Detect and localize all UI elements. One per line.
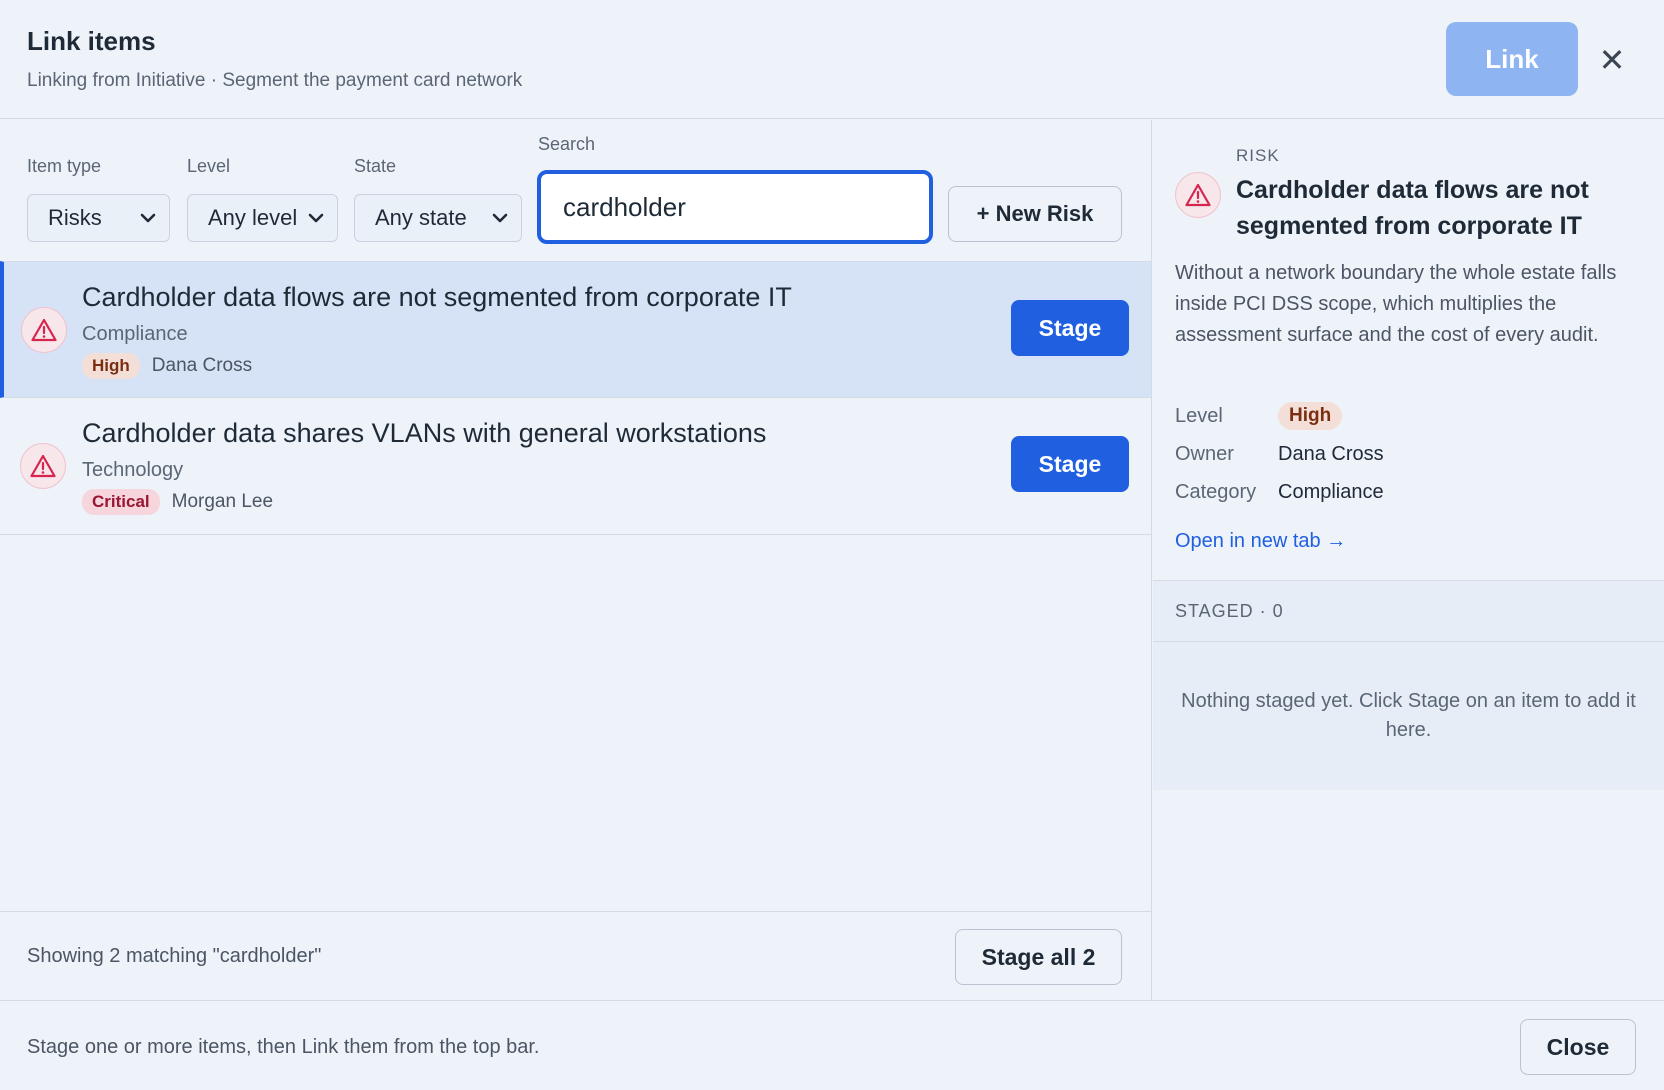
item-meta: High Dana Cross <box>82 353 252 379</box>
open-in-new-tab-link[interactable]: Open in new tab → <box>1175 530 1346 553</box>
dialog-subtitle: Linking from Initiative · Segment the pa… <box>27 70 523 91</box>
staged-empty-message: Nothing staged yet. Click Stage on an it… <box>1153 642 1664 790</box>
search-input[interactable] <box>537 170 933 244</box>
category-label: Category <box>1175 481 1257 503</box>
dialog-header: Link items Linking from Initiative · Seg… <box>0 0 1664 119</box>
level-value: Any level <box>208 205 298 230</box>
stage-button[interactable]: Stage <box>1011 436 1129 492</box>
item-meta: Critical Morgan Lee <box>82 489 273 515</box>
owner-label: Owner <box>1175 443 1234 465</box>
item-category: Technology <box>82 459 184 481</box>
item-type-value: Risks <box>48 205 102 230</box>
close-icon[interactable]: ✕ <box>1594 40 1630 80</box>
item-type-select[interactable]: Risks <box>27 194 170 242</box>
results-footer: Showing 2 matching "cardholder" Stage al… <box>0 911 1151 1000</box>
level-label: Level <box>1175 405 1223 427</box>
item-owner: Dana Cross <box>151 355 253 376</box>
detail-description: Without a network boundary the whole est… <box>1175 262 1617 346</box>
item-category: Compliance <box>82 323 188 345</box>
search-panel: Item type Risks Level Any level State An… <box>0 120 1152 1000</box>
detail-panel: RISK Cardholder data flows are not segme… <box>1153 120 1664 1000</box>
results-list: Cardholder data flows are not segmented … <box>0 261 1151 535</box>
staged-header: STAGED · 0 <box>1153 580 1664 642</box>
chevron-down-icon <box>308 213 324 223</box>
detail-title: Cardholder data flows are not segmented … <box>1236 176 1589 240</box>
new-risk-button[interactable]: + New Risk <box>948 186 1122 242</box>
level-badge: Critical <box>82 489 160 515</box>
item-type-label: Item type <box>27 156 102 176</box>
level-badge: High <box>1278 402 1343 430</box>
level-select[interactable]: Any level <box>187 194 338 242</box>
list-item[interactable]: Cardholder data shares VLANs with genera… <box>0 398 1151 535</box>
state-label: State <box>354 156 397 176</box>
warning-triangle-icon <box>21 307 67 353</box>
warning-triangle-icon <box>20 443 66 489</box>
search-label: Search <box>538 134 596 154</box>
list-item[interactable]: Cardholder data flows are not segmented … <box>0 261 1151 398</box>
dialog-title: Link items <box>27 26 156 56</box>
item-title: Cardholder data shares VLANs with genera… <box>82 418 767 448</box>
owner-value: Dana Cross <box>1278 443 1384 465</box>
level-label: Level <box>187 156 231 176</box>
warning-triangle-icon <box>1175 172 1221 218</box>
chevron-down-icon <box>492 213 508 223</box>
stage-all-button[interactable]: Stage all 2 <box>955 929 1122 985</box>
stage-button[interactable]: Stage <box>1011 300 1129 356</box>
close-button[interactable]: Close <box>1520 1019 1636 1075</box>
item-owner: Morgan Lee <box>171 491 274 512</box>
footer-hint: Stage one or more items, then Link them … <box>27 1036 540 1058</box>
chevron-down-icon <box>140 213 156 223</box>
dialog-footer: Stage one or more items, then Link them … <box>0 1000 1664 1090</box>
state-value: Any state <box>375 205 467 230</box>
detail-kind: RISK <box>1236 146 1280 165</box>
link-button[interactable]: Link <box>1446 22 1578 96</box>
category-value: Compliance <box>1278 481 1384 503</box>
level-badge: High <box>82 353 140 379</box>
state-select[interactable]: Any state <box>354 194 522 242</box>
item-title: Cardholder data flows are not segmented … <box>82 282 792 312</box>
staged-count: STAGED · 0 <box>1175 601 1284 621</box>
results-count: Showing 2 matching "cardholder" <box>27 945 322 967</box>
